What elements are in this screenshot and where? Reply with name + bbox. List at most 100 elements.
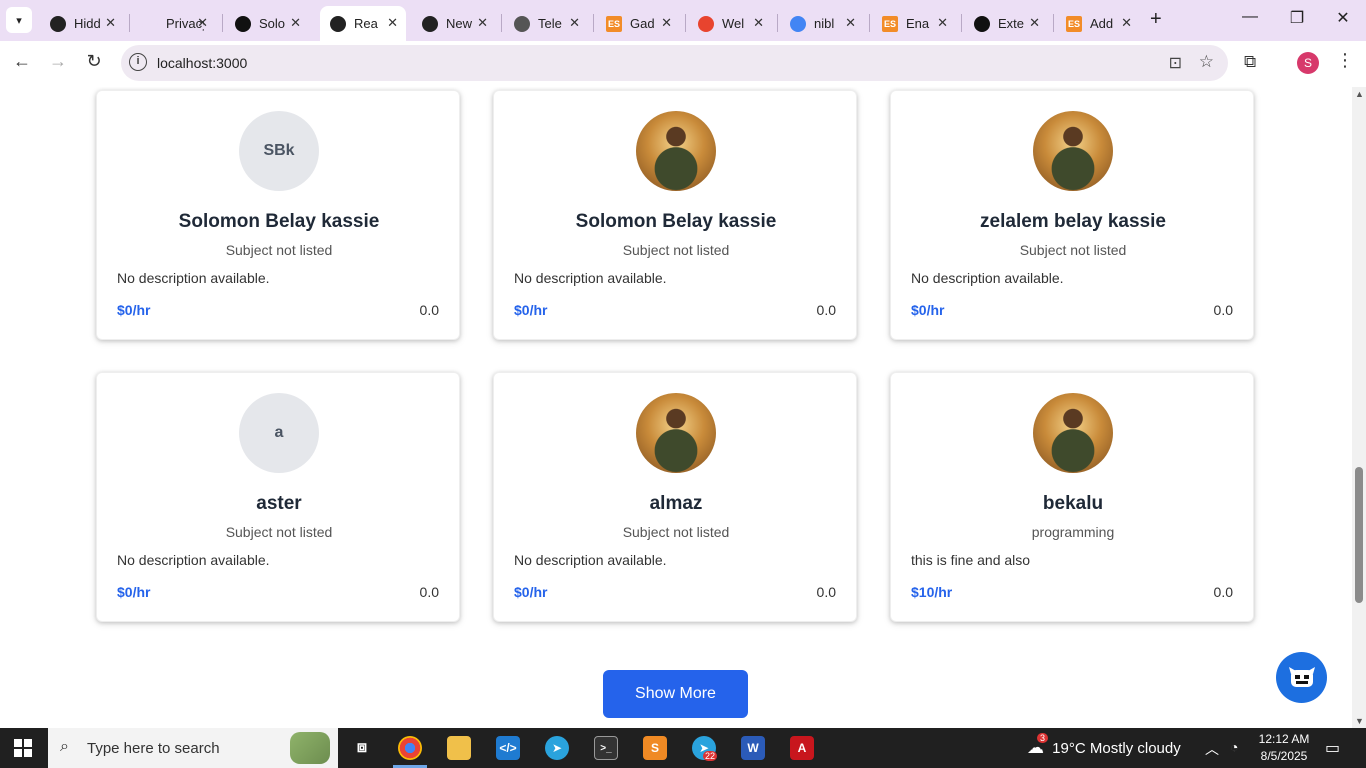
blank-icon [142, 15, 158, 32]
system-clock[interactable]: 12:12 AM 8/5/2025 [1256, 731, 1312, 765]
tutor-subject: Subject not listed [622, 524, 730, 540]
new-tab-button[interactable]: + [1150, 8, 1162, 31]
tab-close-icon[interactable]: ✕ [845, 15, 856, 31]
globe-icon [514, 15, 530, 32]
es-icon: ES [606, 15, 622, 32]
tab-close-icon[interactable]: ✕ [1029, 15, 1040, 31]
tutor-description: No description available. [514, 270, 667, 286]
tutor-rating: 0.0 [1213, 302, 1233, 318]
extensions-icon[interactable]: ⧉ [1244, 52, 1256, 72]
back-icon[interactable]: ← [9, 51, 35, 72]
tutor-rating: 0.0 [816, 584, 836, 600]
tutor-card[interactable]: Solomon Belay kassie Subject not listed No… [493, 90, 857, 340]
tutor-avatar-photo [1033, 393, 1113, 473]
tab-close-icon[interactable]: ✕ [105, 15, 116, 31]
browser-tab[interactable]: Tele ✕ [504, 6, 588, 41]
install-app-icon[interactable]: ⊡ [1169, 53, 1182, 73]
browser-tab[interactable]: New ✕ [412, 6, 496, 41]
scroll-thumb[interactable] [1355, 467, 1363, 603]
tab-close-icon[interactable]: ✕ [937, 15, 948, 31]
browser-tab[interactable]: Exte ✕ [964, 6, 1048, 41]
reload-icon[interactable]: ↻ [81, 51, 107, 72]
tutor-subject: Subject not listed [225, 242, 333, 258]
tab-strip: ▾ Hidd✕Privacy e✕ Solo✕ Rea✕New✕Tele✕ESGad… [0, 0, 1366, 41]
windows-taskbar: ⌕ Type here to search ⧈ </> ➤ >_ S ➤ 22 … [0, 728, 1366, 768]
terminal-icon[interactable]: >_ [594, 736, 618, 760]
browser-tab[interactable]: Wel ✕ [688, 6, 772, 41]
wifi-icon[interactable]: ◔ [1230, 739, 1238, 755]
close-window-button[interactable]: ✕ [1328, 8, 1358, 28]
sublime-text-icon[interactable]: S [643, 736, 667, 760]
tutor-card[interactable]: almaz Subject not listed No description av… [493, 372, 857, 622]
tab-close-icon[interactable]: ✕ [569, 15, 580, 31]
tutor-name: bekalu [1042, 493, 1104, 514]
angular-icon [974, 15, 990, 32]
chatbot-button[interactable] [1276, 652, 1327, 703]
tab-close-icon[interactable]: ✕ [1121, 15, 1132, 31]
link-icon [698, 15, 714, 32]
notification-icon[interactable]: ▭ [1325, 738, 1340, 758]
tutor-subject: Subject not listed [1019, 242, 1127, 258]
tab-search-button[interactable]: ▾ [6, 7, 32, 33]
weather-badge: 3 [1037, 733, 1049, 743]
site-info-icon[interactable]: i [129, 53, 147, 71]
browser-tab[interactable]: Hidd ✕ [40, 6, 124, 41]
browser-toolbar: ← → ↻ i localhost:3000 ⊡ ☆ ⧉ S ⋮ [0, 41, 1366, 87]
restore-button[interactable]: ❐ [1282, 8, 1312, 28]
browser-tab[interactable]: ES Ena ✕ [872, 6, 956, 41]
tab-close-icon[interactable]: ✕ [290, 15, 301, 31]
address-bar[interactable]: i localhost:3000 ⊡ ☆ [121, 45, 1228, 81]
search-mascot-icon [290, 732, 330, 764]
tutor-name: aster [256, 493, 302, 514]
tutor-card[interactable]: SBk Solomon Belay kassie Subject not liste… [96, 90, 460, 340]
browser-tab[interactable]: nibl ✕ [780, 6, 864, 41]
acrobat-icon[interactable]: A [790, 736, 814, 760]
openai-icon [50, 15, 66, 32]
clock-date: 8/5/2025 [1260, 749, 1308, 763]
tab-close-icon[interactable]: ✕ [753, 15, 764, 31]
tab-separator [685, 14, 686, 32]
tab-close-icon[interactable]: ✕ [387, 15, 398, 31]
tutor-subject: Subject not listed [622, 242, 730, 258]
word-icon[interactable]: W [741, 736, 765, 760]
tutor-description: this is fine and also [911, 552, 1031, 568]
scroll-down-icon[interactable]: ▼ [1355, 716, 1364, 726]
tutor-rate: $0/hr [514, 584, 548, 600]
browser-tab[interactable]: ES Add ✕ [1056, 6, 1140, 41]
tab-close-icon[interactable]: ✕ [197, 15, 208, 31]
browser-tab[interactable]: Solo ✕ [225, 6, 309, 41]
bookmark-star-icon[interactable]: ☆ [1199, 52, 1214, 72]
tab-close-icon[interactable]: ✕ [477, 15, 488, 31]
windows-start-icon[interactable] [14, 739, 32, 757]
file-explorer-icon[interactable] [447, 736, 471, 760]
weather-widget[interactable]: ☁ 3 19°C Mostly cloudy [1027, 733, 1181, 758]
chrome-taskbar-icon[interactable] [398, 736, 422, 760]
minimize-button[interactable]: — [1235, 8, 1265, 26]
taskbar-search-box[interactable]: ⌕ Type here to search [48, 728, 338, 768]
tutor-avatar-initials: SBk [239, 111, 319, 191]
tutor-card[interactable]: zelalem belay kassie Subject not listed No… [890, 90, 1254, 340]
chevron-up-icon[interactable]: ︿ [1205, 739, 1219, 759]
tutor-rate: $0/hr [514, 302, 548, 318]
tutor-card[interactable]: bekalu programming this is fine and also $1… [890, 372, 1254, 622]
es-icon: ES [1066, 15, 1082, 32]
page-scrollbar[interactable]: ▲ ▼ [1352, 87, 1366, 728]
search-icon: ⌕ [60, 738, 69, 755]
tab-close-icon[interactable]: ✕ [661, 15, 672, 31]
profile-avatar[interactable]: S [1297, 52, 1319, 74]
tutor-card[interactable]: a aster Subject not listed No description a… [96, 372, 460, 622]
task-view-icon[interactable]: ⧈ [350, 736, 374, 760]
tutor-rating: 0.0 [1213, 584, 1233, 600]
browser-tab[interactable]: Privacy e✕ [132, 6, 216, 41]
browser-tab[interactable]: Rea ✕ [320, 6, 406, 41]
vscode-icon[interactable]: </> [496, 736, 520, 760]
tutor-subject: programming [1031, 524, 1115, 540]
scroll-up-icon[interactable]: ▲ [1355, 89, 1364, 99]
show-more-button[interactable]: Show More [603, 670, 748, 718]
telegram-desktop-icon[interactable]: ➤ [545, 736, 569, 760]
browser-tab[interactable]: ES Gad ✕ [596, 6, 680, 41]
forward-icon[interactable]: → [45, 51, 71, 72]
tutor-rating: 0.0 [419, 584, 439, 600]
bot-face-icon [1288, 666, 1315, 687]
browser-menu-icon[interactable]: ⋮ [1336, 50, 1354, 71]
